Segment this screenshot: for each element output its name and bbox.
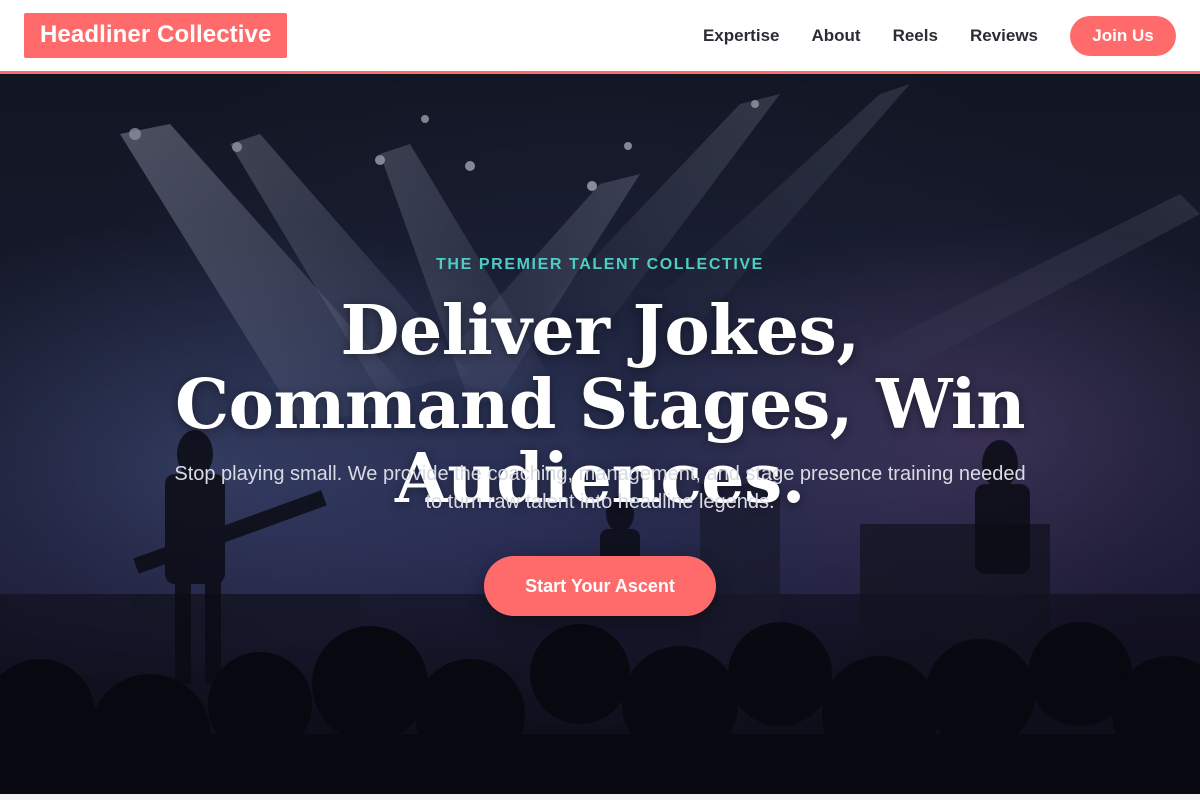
hero-eyebrow: THE PREMIER TALENT COLLECTIVE	[436, 256, 764, 273]
site-header: Headliner Collective Expertise About Ree…	[0, 0, 1200, 74]
nav-link-expertise[interactable]: Expertise	[703, 26, 780, 46]
start-your-ascent-button[interactable]: Start Your Ascent	[484, 556, 716, 616]
nav-link-about[interactable]: About	[811, 26, 860, 46]
hero-subtext: Stop playing small. We provide the coach…	[174, 463, 1026, 513]
join-us-button[interactable]: Join Us	[1070, 15, 1176, 56]
nav-link-reviews[interactable]: Reviews	[970, 26, 1038, 46]
nav-link-reels[interactable]: Reels	[893, 26, 938, 46]
main-nav: Expertise About Reels Reviews Join Us	[703, 15, 1176, 56]
hero-section: THE PREMIER TALENT COLLECTIVE Deliver Jo…	[0, 74, 1200, 794]
hero-content: THE PREMIER TALENT COLLECTIVE Deliver Jo…	[0, 74, 1200, 794]
page-bottom-strip	[0, 794, 1200, 800]
brand-logo[interactable]: Headliner Collective	[24, 13, 288, 58]
